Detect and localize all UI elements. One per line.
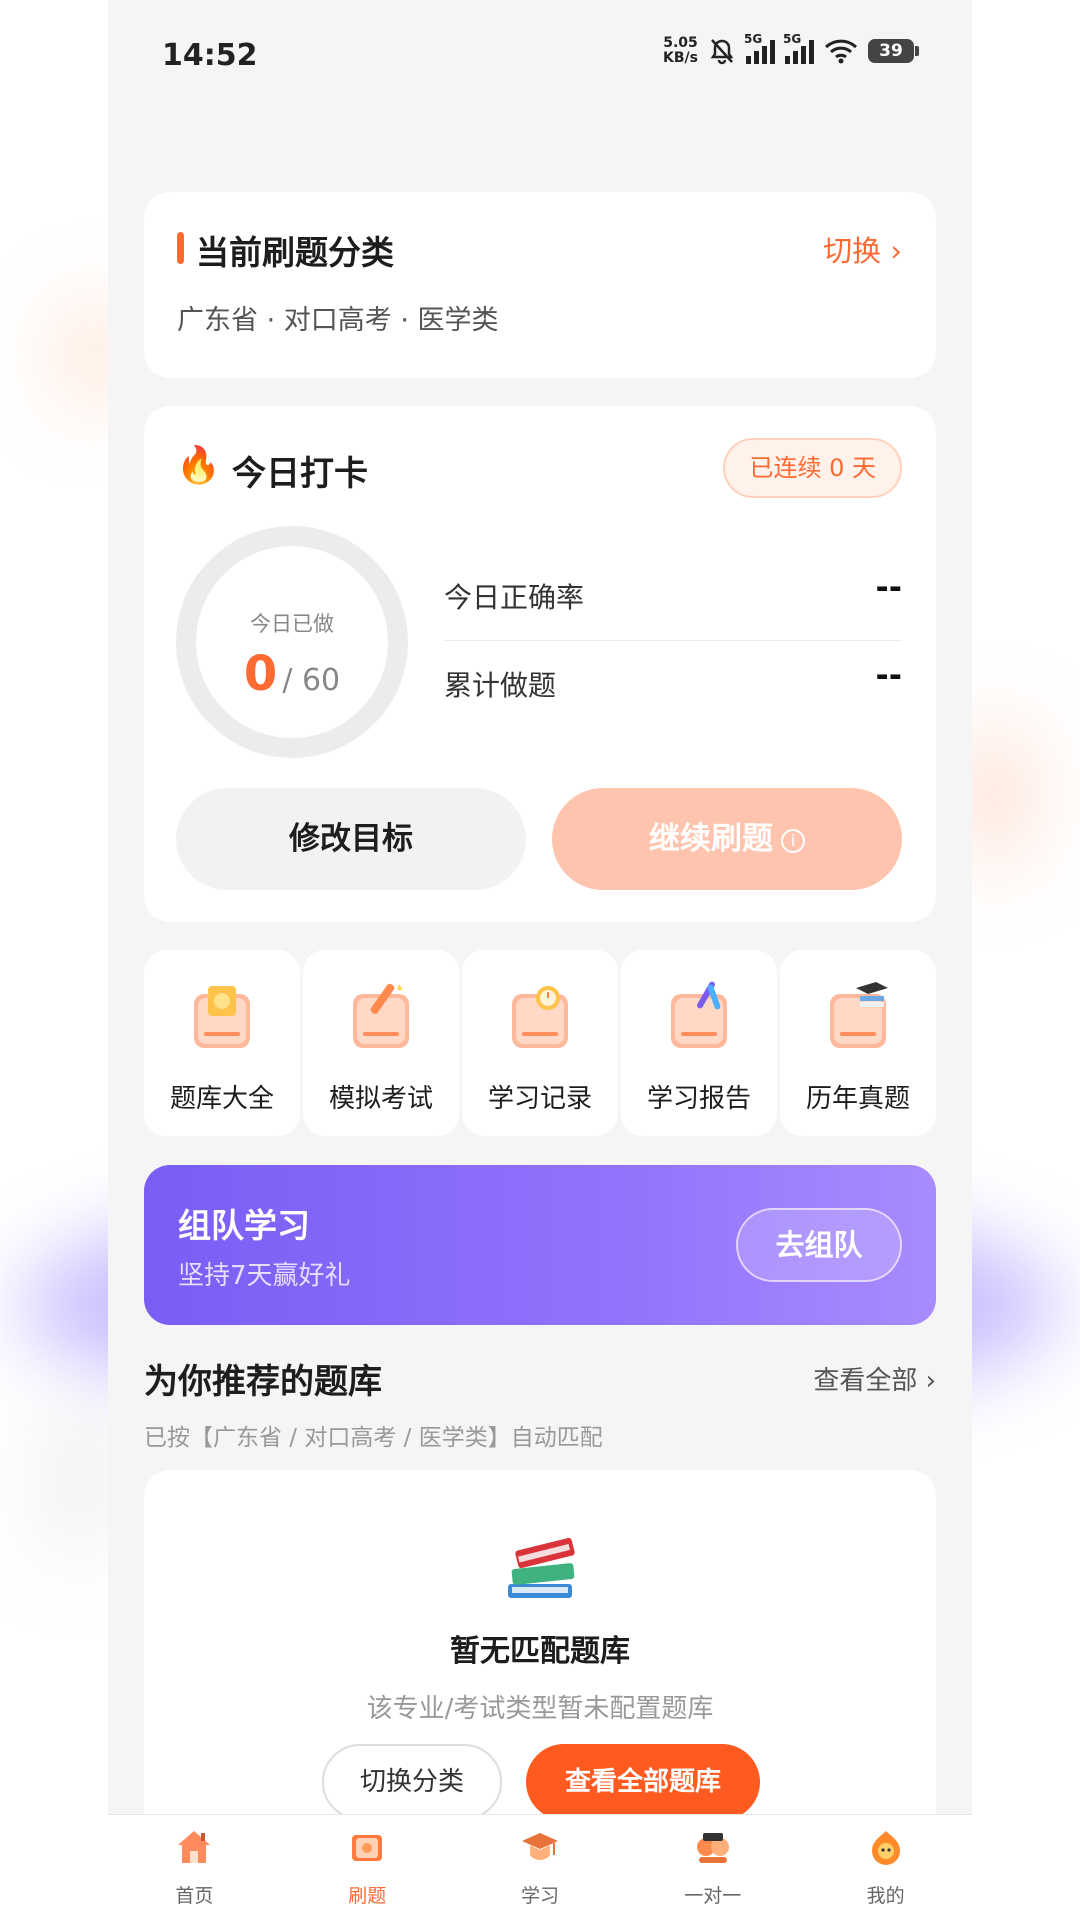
join-team-button[interactable]: 去组队 <box>736 1208 902 1282</box>
recommend-title: 为你推荐的题库 <box>144 1362 382 1402</box>
books-icon <box>508 1537 575 1598</box>
empty-state-card: 暂无匹配题库 该专业/考试类型暂未配置题库 切换分类 查看全部题库 <box>144 1470 936 1870</box>
streak-badge: 已连续 0 天 <box>723 438 902 498</box>
continue-practice-button[interactable]: 继续刷题 i <box>552 788 902 890</box>
tab-home[interactable]: 首页 <box>108 1815 281 1920</box>
home-icon <box>178 1831 211 1863</box>
feature-mock-exam[interactable]: 模拟考试 <box>303 950 459 1136</box>
team-study-banner[interactable]: 组队学习 坚持7天赢好礼 去组队 <box>144 1165 936 1325</box>
clock: 14:52 <box>162 38 258 73</box>
fire-icon: 🔥 <box>176 445 221 486</box>
feature-label: 学习记录 <box>487 1084 592 1114</box>
tab-me[interactable]: 我的 <box>799 1815 972 1920</box>
tab-label: 刷题 <box>348 1885 387 1907</box>
tab-one-on-one[interactable]: 一对一 <box>626 1815 799 1920</box>
recommend-subtitle: 已按【广东省 / 对口高考 / 医学类】自动匹配 <box>144 1425 603 1451</box>
progress-ring: 今日已做 0 / 60 <box>176 526 408 758</box>
bell-muted-icon <box>710 39 734 65</box>
goal-count: / 60 <box>282 663 341 698</box>
cumulative-value: -- <box>875 656 902 694</box>
tab-label: 我的 <box>866 1885 905 1907</box>
battery-icon: 39 <box>868 39 919 63</box>
ring-label: 今日已做 <box>250 612 334 636</box>
view-all-banks-button[interactable]: 查看全部题库 <box>526 1744 760 1820</box>
feature-label: 学习报告 <box>646 1084 751 1114</box>
done-count: 0 <box>243 646 278 702</box>
checkin-card: 🔥 今日打卡 已连续 0 天 今日已做 0 / 60 今日正确率 -- 累计做题… <box>144 406 936 922</box>
practice-book-icon <box>352 1835 383 1861</box>
divider <box>444 640 902 641</box>
status-bar: 14:52 5.05 KB/s 5G 5G 39 <box>108 0 972 110</box>
status-icons: 5.05 KB/s 5G 5G 39 <box>663 32 919 66</box>
study-report-icon <box>671 981 727 1048</box>
checkin-title: 今日打卡 <box>232 454 368 494</box>
accuracy-label: 今日正确率 <box>444 581 585 614</box>
bottom-tab-bar: 首页 刷题 学习 一对一 我的 <box>108 1814 972 1920</box>
category-card: 当前刷题分类 切换 › 广东省 · 对口高考 · 医学类 <box>144 192 936 378</box>
feature-label: 模拟考试 <box>328 1084 433 1114</box>
team-subtitle: 坚持7天赢好礼 <box>178 1261 351 1291</box>
cumulative-row: 累计做题 -- <box>444 654 902 714</box>
net-speed: 5.05 KB/s <box>663 35 698 66</box>
profile-mascot-icon <box>871 1831 900 1865</box>
cumulative-label: 累计做题 <box>444 669 557 702</box>
feature-label: 题库大全 <box>169 1084 274 1114</box>
team-title: 组队学习 <box>178 1206 310 1245</box>
feature-question-bank[interactable]: 题库大全 <box>144 950 300 1136</box>
switch-category-button[interactable]: 切换分类 <box>322 1744 502 1820</box>
edit-goal-button[interactable]: 修改目标 <box>176 788 526 890</box>
continue-practice-label: 继续刷题 <box>649 821 773 857</box>
ring-value: 0 / 60 <box>196 646 388 702</box>
mock-exam-icon <box>353 983 409 1048</box>
tutor-icon <box>696 1833 729 1863</box>
feature-study-record[interactable]: 学习记录 <box>462 950 618 1136</box>
tab-label: 首页 <box>175 1885 214 1907</box>
study-record-icon <box>512 986 568 1048</box>
tab-label: 学习 <box>520 1885 559 1907</box>
past-exams-icon <box>830 982 888 1048</box>
tab-study[interactable]: 学习 <box>454 1815 627 1920</box>
empty-subtitle: 该专业/考试类型暂未配置题库 <box>366 1694 714 1724</box>
phone-screen: 14:52 5.05 KB/s 5G 5G 39 当前刷题分类 切换 › 广东省… <box>108 0 972 1920</box>
switch-category-link[interactable]: 切换 › <box>823 228 902 270</box>
category-title: 当前刷题分类 <box>196 233 394 272</box>
tab-practice[interactable]: 刷题 <box>281 1815 454 1920</box>
tab-label: 一对一 <box>684 1885 742 1907</box>
feature-label: 历年真题 <box>805 1084 910 1114</box>
view-all-link[interactable]: 查看全部 › <box>813 1360 936 1397</box>
signal-icon: 5G <box>783 32 814 64</box>
category-path: 广东省 · 对口高考 · 医学类 <box>177 305 499 336</box>
wifi-icon <box>824 39 858 64</box>
signal-icon: 5G <box>744 32 775 64</box>
accuracy-row: 今日正确率 -- <box>444 566 902 626</box>
empty-title: 暂无匹配题库 <box>450 1634 630 1669</box>
question-bank-icon <box>194 986 250 1048</box>
title-accent-bar <box>177 232 184 264</box>
feature-study-report[interactable]: 学习报告 <box>621 950 777 1136</box>
accuracy-value: -- <box>875 568 902 606</box>
graduation-cap-icon <box>521 1833 558 1860</box>
info-icon: i <box>781 828 805 853</box>
feature-past-exams[interactable]: 历年真题 <box>780 950 936 1136</box>
